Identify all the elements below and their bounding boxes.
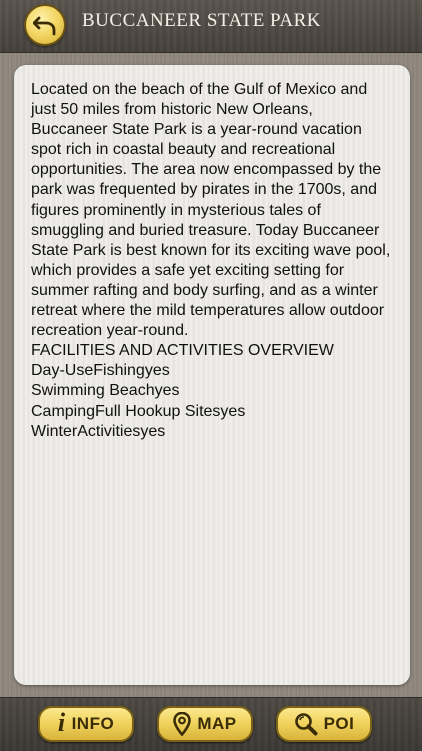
search-icon: [294, 713, 318, 736]
content-card: Located on the beach of the Gulf of Mexi…: [14, 65, 410, 685]
park-description: Located on the beach of the Gulf of Mexi…: [31, 81, 391, 440]
page-title: BUCCANEER STATE PARK: [82, 10, 321, 31]
back-arrow-icon: [33, 16, 56, 36]
poi-button[interactable]: POI: [276, 706, 372, 742]
back-button[interactable]: [24, 4, 66, 46]
info-button[interactable]: i INFO: [38, 706, 134, 742]
info-button-label: INFO: [71, 714, 115, 733]
bottom-toolbar: i INFO MAP POI: [0, 697, 422, 751]
header-bar: BUCCANEER STATE PARK: [0, 0, 422, 53]
map-button[interactable]: MAP: [157, 706, 253, 742]
info-icon: i: [57, 708, 66, 737]
poi-button-label: POI: [323, 714, 355, 733]
map-pin-icon: [173, 712, 192, 736]
map-button-label: MAP: [197, 714, 237, 733]
